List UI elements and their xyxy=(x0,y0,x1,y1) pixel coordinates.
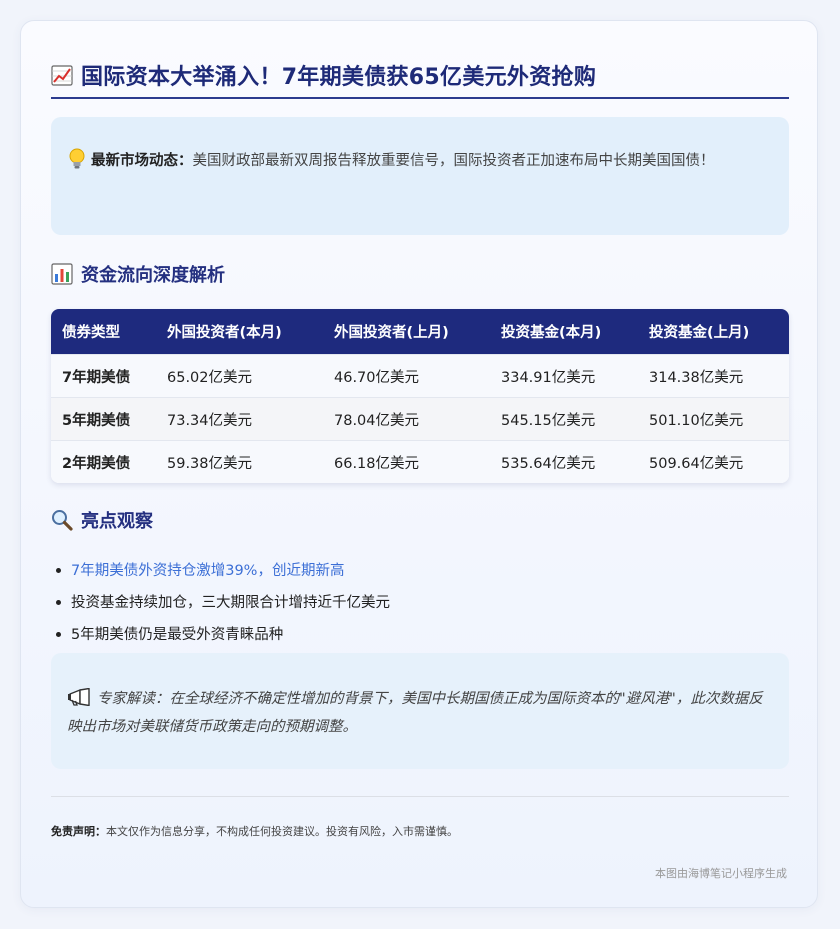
table-cell: 545.15亿美元 xyxy=(501,412,596,429)
table-row: 7年期美债 65.02亿美元 46.70亿美元 334.91亿美元 314.38… xyxy=(51,354,789,397)
market-note-label: 最新市场动态： xyxy=(91,153,193,169)
market-note-text: 美国财政部最新双周报告释放重要信号，国际投资者正加速布局中长期美国国债！ xyxy=(192,153,715,169)
table-cell: 46.70亿美元 xyxy=(334,369,420,386)
article-card: 国际资本大举涌入！7年期美债获65亿美元外资抢购 最新市场动态：美国财政部最新双… xyxy=(20,20,818,908)
table-cell: 66.18亿美元 xyxy=(334,455,420,472)
table-cell: 314.38亿美元 xyxy=(649,369,744,386)
table-cell: 535.64亿美元 xyxy=(501,455,596,472)
disclaimer: 免责声明：本文仅作为信息分享，不构成任何投资建议。投资有风险，入市需谨慎。 xyxy=(51,823,458,839)
table-cell: 7年期美债 xyxy=(62,369,131,386)
header-cell: 投资基金(本月) xyxy=(501,325,602,341)
title-bar: 国际资本大举涌入！7年期美债获65亿美元外资抢购 xyxy=(51,53,789,99)
table-cell: 78.04亿美元 xyxy=(334,412,420,429)
list-item: 7年期美债外资持仓激增39%，创近期新高 xyxy=(51,561,789,593)
header-cell: 债券类型 xyxy=(62,325,120,341)
megaphone-icon xyxy=(68,688,90,706)
market-note: 最新市场动态：美国财政部最新双周报告释放重要信号，国际投资者正加速布局中长期美国… xyxy=(51,117,789,235)
highlights-list: 7年期美债外资持仓激增39%，创近期新高 投资基金持续加仓，三大期限合计增持近千… xyxy=(51,561,789,657)
table-row: 5年期美债 73.34亿美元 78.04亿美元 545.15亿美元 501.10… xyxy=(51,397,789,440)
chart-up-icon xyxy=(51,65,73,86)
table-cell: 5年期美债 xyxy=(62,412,131,429)
page-title: 国际资本大举涌入！7年期美债获65亿美元外资抢购 xyxy=(81,65,597,90)
table-cell: 65.02亿美元 xyxy=(167,369,253,386)
table-cell: 2年期美债 xyxy=(62,455,131,472)
header-cell: 投资基金(上月) xyxy=(649,325,750,341)
table-cell: 334.91亿美元 xyxy=(501,369,596,386)
magnifier-icon xyxy=(52,510,73,531)
table-cell: 73.34亿美元 xyxy=(167,412,253,429)
flow-section-heading: 资金流向深度解析 xyxy=(51,261,225,287)
table-cell: 501.10亿美元 xyxy=(649,412,744,429)
highlights-section-title: 亮点观察 xyxy=(81,511,153,532)
expert-quote-text: 专家解读：在全球经济不确定性增加的背景下，美国中长期国债正成为国际资本的"避风港… xyxy=(67,691,763,735)
highlights-section-heading: 亮点观察 xyxy=(51,507,153,533)
expert-quote: 专家解读：在全球经济不确定性增加的背景下，美国中长期国债正成为国际资本的"避风港… xyxy=(51,653,789,769)
flow-section-title: 资金流向深度解析 xyxy=(81,265,225,286)
list-item: 投资基金持续加仓，三大期限合计增持近千亿美元 xyxy=(51,593,789,625)
table-header: 债券类型 外国投资者(本月) 外国投资者(上月) 投资基金(本月) 投资基金(上… xyxy=(51,309,789,354)
table-row: 2年期美债 59.38亿美元 66.18亿美元 535.64亿美元 509.64… xyxy=(51,440,789,483)
flow-table: 债券类型 外国投资者(本月) 外国投资者(上月) 投资基金(本月) 投资基金(上… xyxy=(51,309,789,483)
disclaimer-text: 本文仅作为信息分享，不构成任何投资建议。投资有风险，入市需谨慎。 xyxy=(106,825,458,838)
divider xyxy=(51,796,789,797)
disclaimer-label: 免责声明： xyxy=(51,825,106,838)
header-cell: 外国投资者(本月) xyxy=(167,325,282,341)
header-cell: 外国投资者(上月) xyxy=(334,325,449,341)
bar-chart-icon xyxy=(51,263,73,285)
footer-credit: 本图由海博笔记小程序生成 xyxy=(655,867,787,880)
lightbulb-icon xyxy=(69,148,85,169)
table-cell: 509.64亿美元 xyxy=(649,455,744,472)
table-cell: 59.38亿美元 xyxy=(167,455,253,472)
